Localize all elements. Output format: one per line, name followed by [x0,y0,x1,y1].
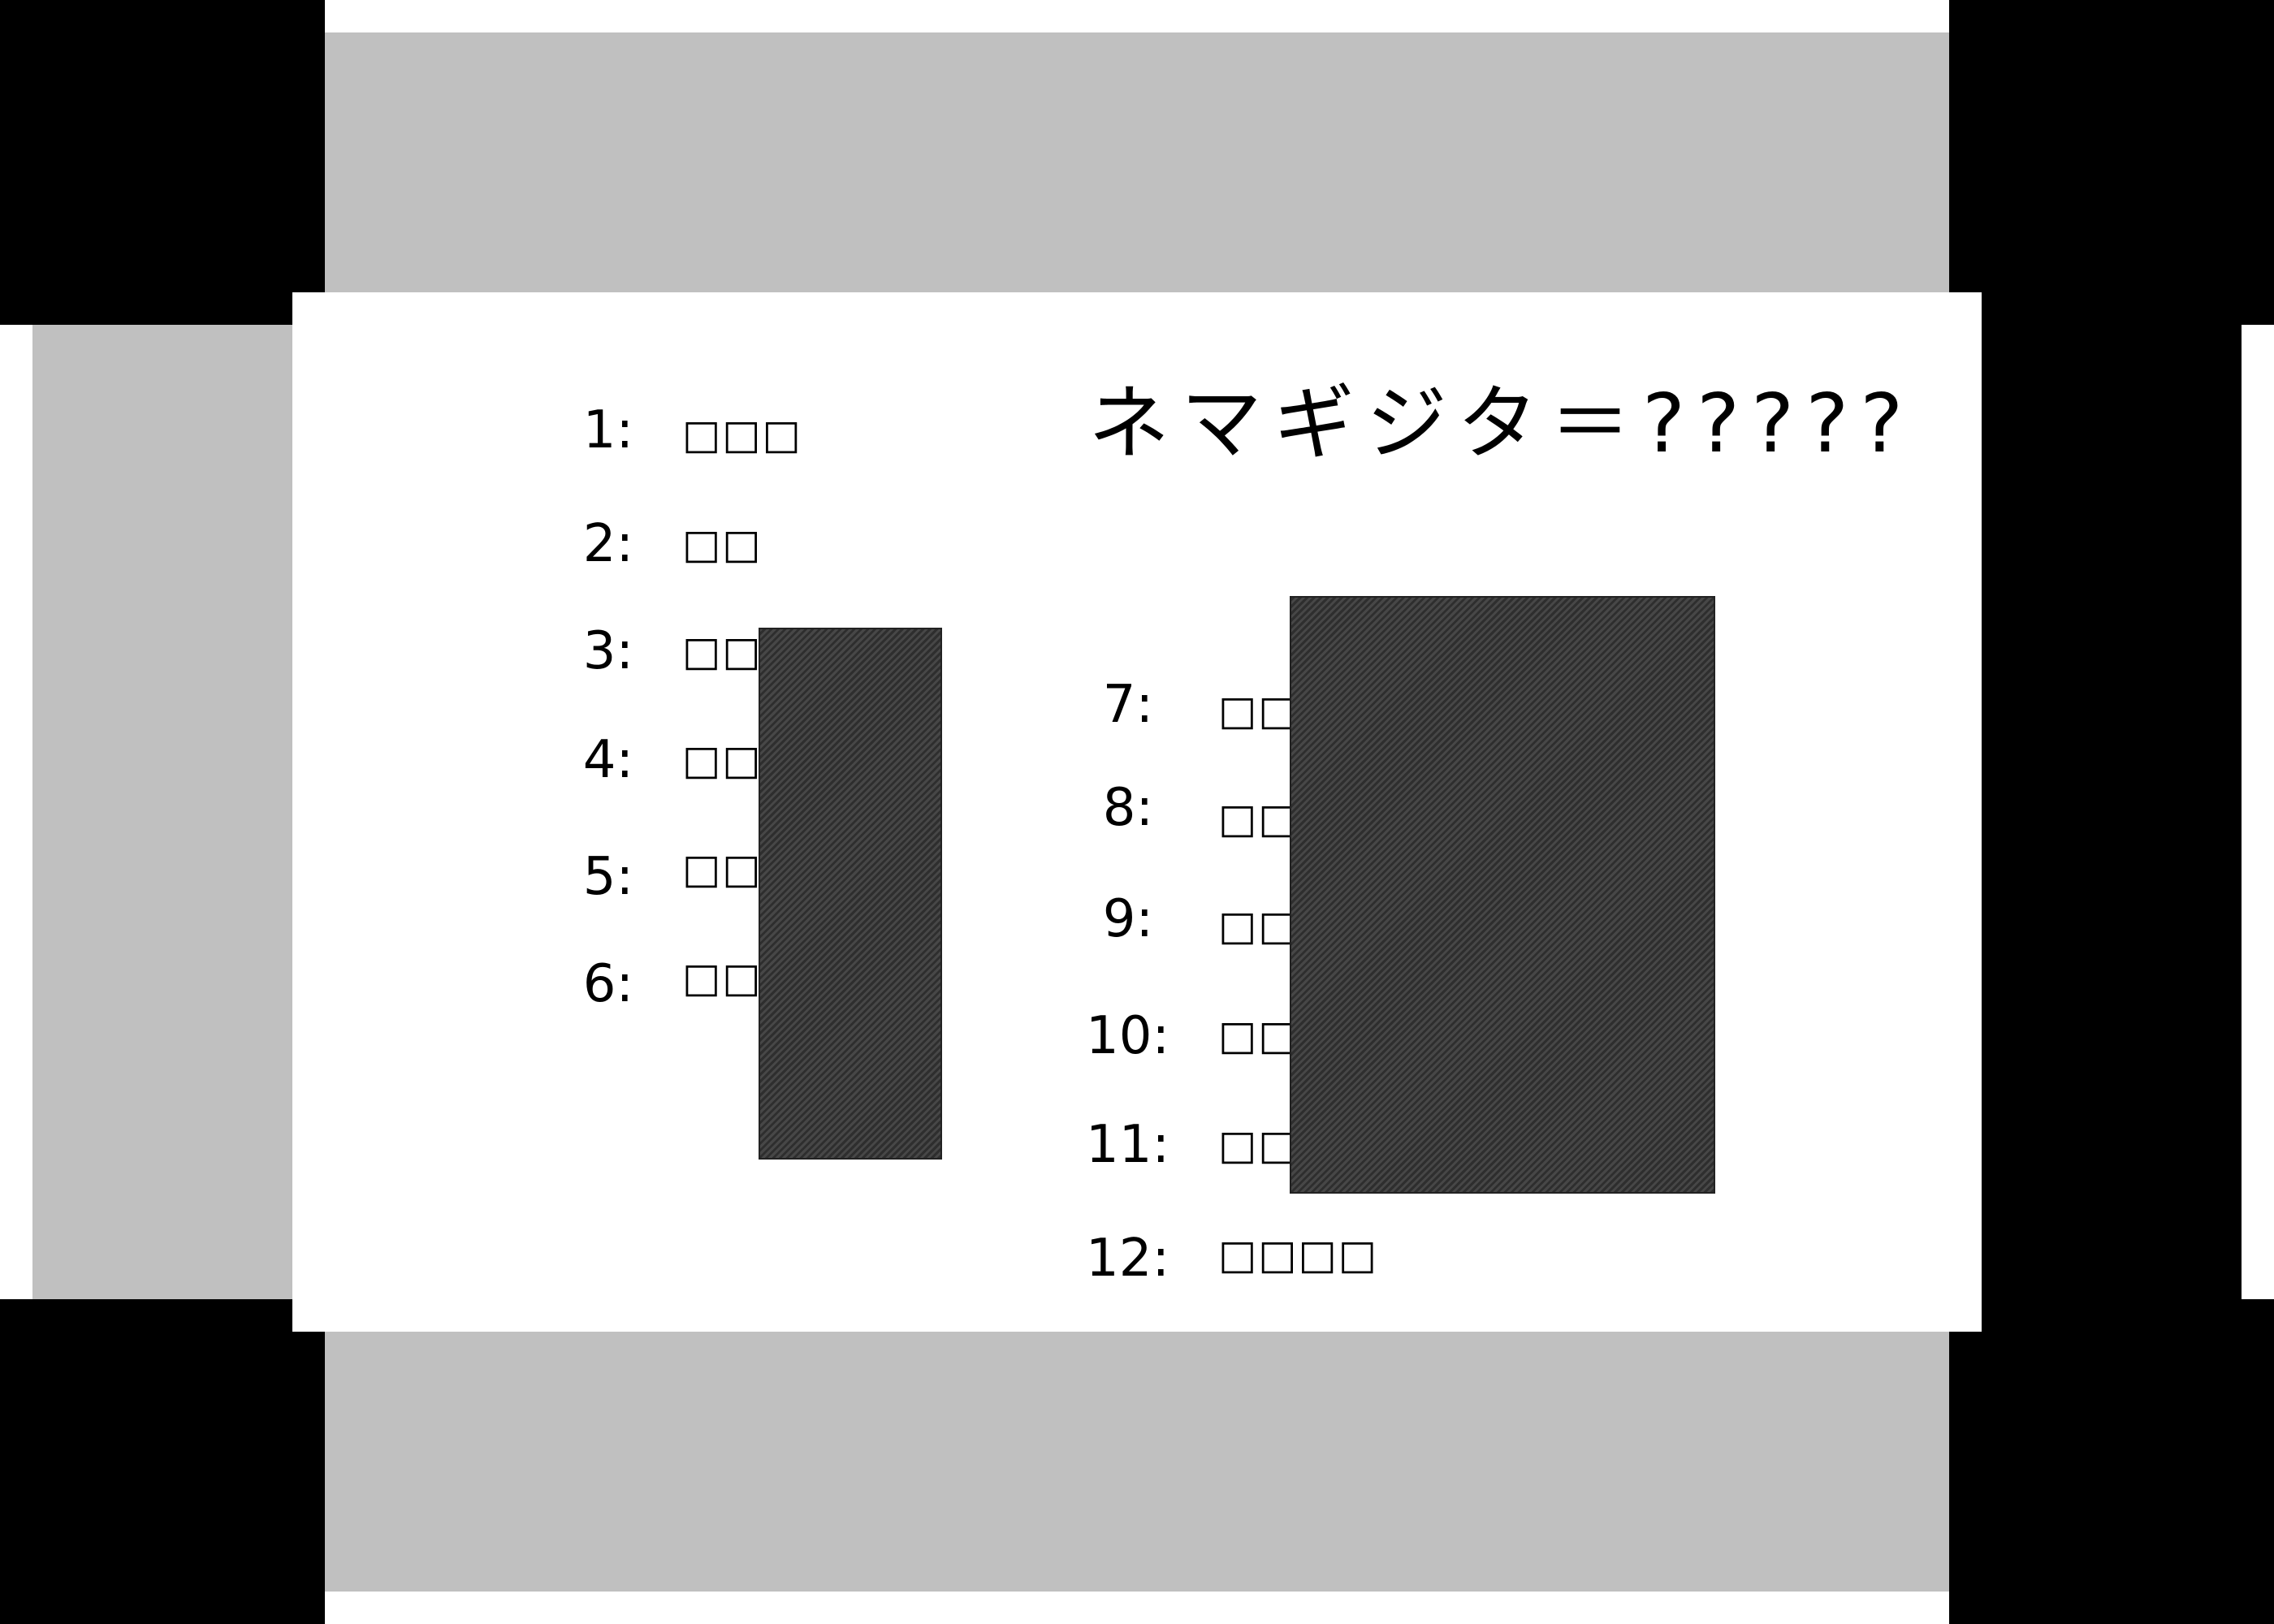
item-glyphs: □□ [682,628,763,675]
item-glyphs: □□ [682,736,763,784]
corner-bottom-left [0,1299,325,1624]
top-band [325,32,1949,292]
list-item-12: 12: [1086,1226,1169,1291]
item-number: 11: [1086,1115,1169,1175]
puzzle-title: ネマギジタ＝????? [1088,376,1915,471]
list-item-11: 11: [1086,1112,1169,1177]
redaction-block-right [1290,596,1715,1194]
item-number: 5: [582,847,633,907]
item-number: 9: [1102,889,1153,949]
list-item-9: 9: [1088,887,1153,952]
list-item-7: 7: [1088,672,1153,737]
item-glyphs: □□ [1218,687,1299,734]
item-glyphs: □□ [1218,902,1299,949]
item-number: 6: [582,954,633,1014]
item-glyphs: □□□□ [1218,1231,1378,1278]
item-number: 12: [1086,1229,1169,1289]
list-item-6: 6: [568,952,633,1017]
item-number: 2: [582,514,633,574]
item-number: 1: [582,400,633,460]
list-item-1: 1: [568,398,633,463]
list-item-10: 10: [1086,1004,1169,1069]
list-item-2: 2: [568,512,633,577]
right-edge-bar [1982,325,2242,1299]
item-number: 10: [1086,1006,1169,1066]
item-number: 3: [582,621,633,681]
item-glyphs: □□ [682,520,763,568]
item-glyphs: □□ [1218,795,1299,842]
item-glyphs: □□ [682,845,763,892]
list-item-5: 5: [568,844,633,909]
item-number: 4: [582,730,633,790]
corner-bottom-right [1949,1299,2274,1624]
item-number: 8: [1102,778,1153,838]
item-number: 7: [1102,675,1153,735]
item-glyphs: □□ [682,954,763,1001]
corner-top-left [0,0,325,325]
left-band [32,325,292,1299]
game-screen: { "title": "ネマギジタ＝?????", "items": [ {"n… [0,0,2274,1624]
item-glyphs: □□ [1218,1012,1299,1059]
bottom-band [325,1332,1949,1592]
corner-top-right [1949,0,2274,325]
item-glyphs: □□□ [682,411,802,458]
item-glyphs: □□ [1218,1121,1299,1168]
redaction-block-left [759,628,942,1160]
list-item-3: 3: [568,619,633,684]
list-item-8: 8: [1088,775,1153,840]
list-item-4: 4: [568,728,633,793]
